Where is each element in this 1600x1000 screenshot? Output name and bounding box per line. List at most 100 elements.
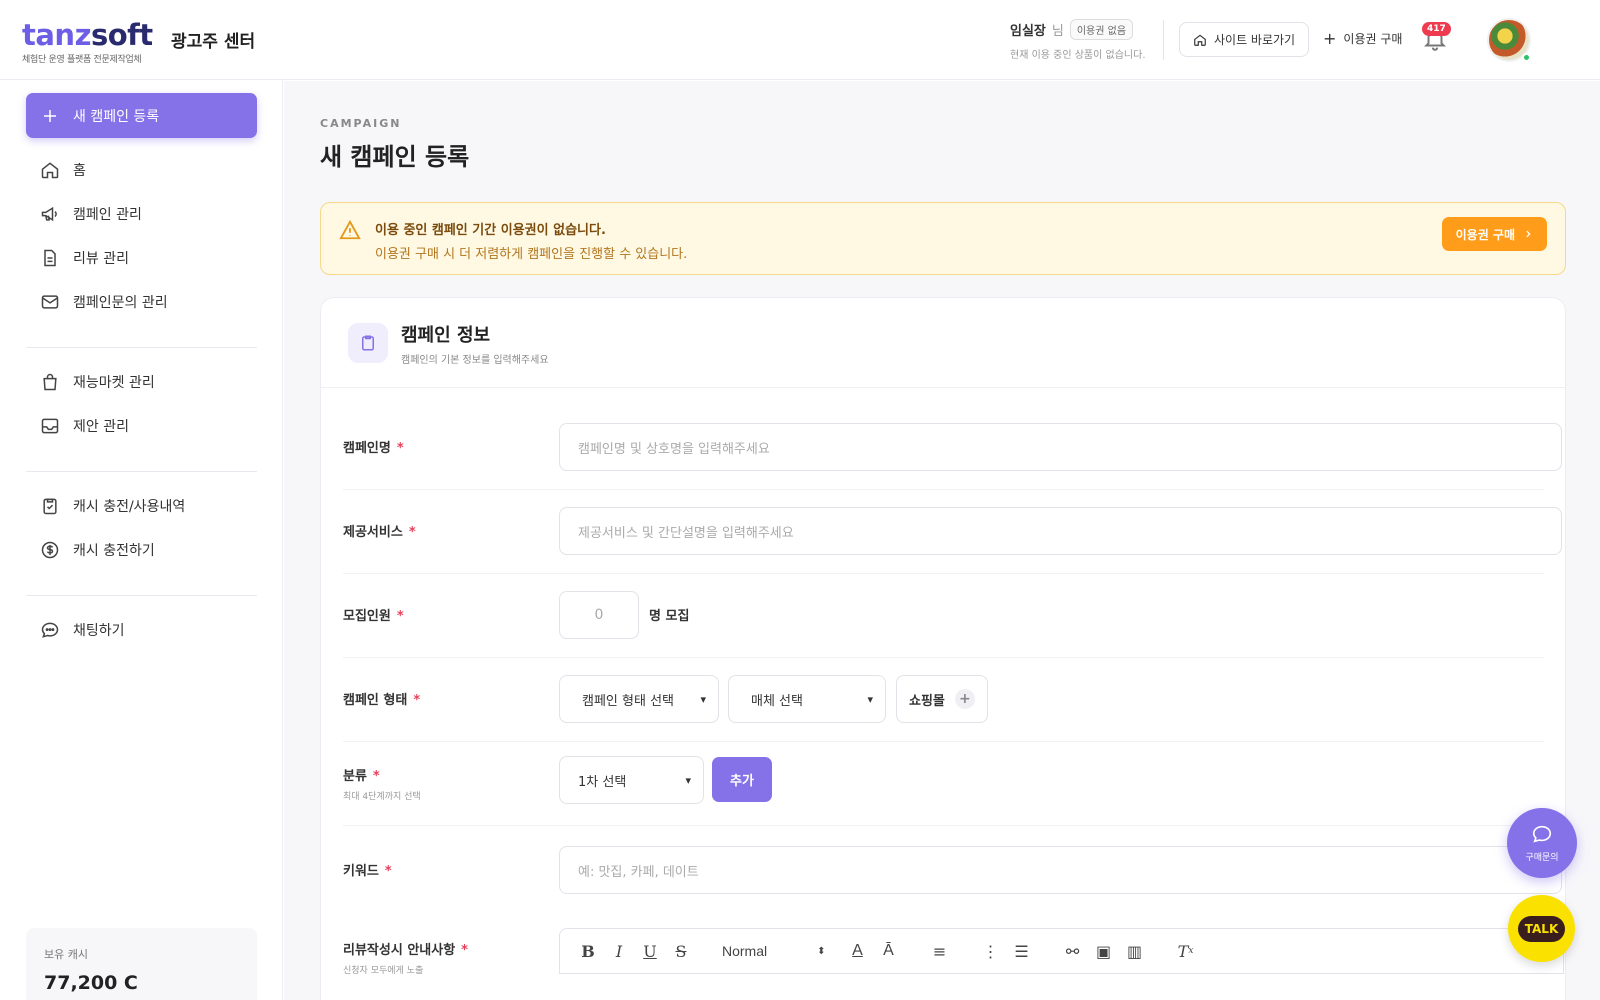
logo-word-b: soft: [90, 18, 153, 52]
purchase-inquiry-button[interactable]: 구매문의: [1507, 808, 1577, 878]
required-mark: *: [396, 609, 404, 624]
align-icon[interactable]: ≡: [930, 941, 950, 961]
required-mark: *: [372, 769, 380, 784]
new-campaign-label: 새 캠페인 등록: [73, 108, 160, 125]
sidebar-item-label: 제안 관리: [73, 419, 129, 435]
image-icon[interactable]: ▣: [1094, 941, 1114, 961]
card-header: 캠페인 정보 캠페인의 기본 정보를 입력해주세요: [321, 298, 1565, 388]
shopping-mall-chip[interactable]: 쇼핑몰 +: [896, 675, 988, 723]
sidebar: 새 캠페인 등록 홈 캠페인 관리 리뷰 관리 캠페인문의 관리 재능마켓 관리…: [0, 80, 283, 1000]
talk-label: TALK: [1517, 915, 1566, 942]
chat-icon: [1532, 825, 1552, 843]
bold-icon[interactable]: B: [578, 941, 598, 961]
category-hint: 최대 4단계까지 선택: [343, 792, 421, 802]
format-select-value: Normal: [722, 943, 768, 959]
kakao-talk-button[interactable]: TALK: [1508, 895, 1575, 962]
recruit-count-input[interactable]: 0: [559, 591, 639, 639]
guide-row: 리뷰작성시 안내사항 * 신청자 모두에게 노출 B I U S Normal ⬍ …: [343, 910, 1564, 1000]
sidebar-item-label: 캠페인 관리: [73, 207, 142, 223]
italic-icon[interactable]: I: [609, 941, 629, 961]
plus-icon: +: [1323, 29, 1337, 48]
buy-pass-button[interactable]: 이용권 구매: [1441, 217, 1547, 251]
campaign-type-select-value: 캠페인 형태 선택: [582, 693, 674, 709]
link-icon[interactable]: ⚯: [1063, 941, 1083, 961]
underline-icon[interactable]: U: [640, 941, 660, 961]
category-label: 분류 *: [343, 769, 380, 784]
bullet-list-icon[interactable]: ☰: [1012, 941, 1032, 961]
plus-icon: +: [954, 689, 975, 709]
buy-pass-link[interactable]: + 이용권 구매: [1323, 29, 1402, 48]
chevron-down-icon: ▾: [685, 773, 691, 787]
logo[interactable]: tanzsoft 체험단 운영 플랫폼 전문제작업체: [22, 20, 153, 65]
recruit-suffix: 명 모집: [649, 609, 690, 624]
ordered-list-icon[interactable]: ⋮: [981, 941, 1001, 961]
buy-pass-button-label: 이용권 구매: [1455, 227, 1515, 242]
keyword-row: 키워드 * 예: 맛집, 카페, 데이트: [343, 826, 1562, 910]
online-status-dot: [1522, 53, 1531, 62]
sidebar-item-chat[interactable]: 채팅하기: [40, 620, 125, 640]
new-campaign-button[interactable]: 새 캠페인 등록: [26, 93, 257, 138]
sidebar-item-campaign[interactable]: 캠페인 관리: [40, 204, 142, 224]
service-label: 제공서비스 *: [343, 525, 416, 540]
category-level1-select[interactable]: 1차 선택 ▾: [559, 756, 704, 804]
card-title: 캠페인 정보: [401, 325, 491, 346]
card-subtitle: 캠페인의 기본 정보를 입력해주세요: [401, 355, 549, 366]
editor-toolbar: B I U S Normal ⬍ A Ā ≡ ⋮ ☰ ⚯ ▣ ▥ Tx: [559, 928, 1564, 974]
required-mark: *: [396, 441, 404, 456]
service-row: 제공서비스 * 제공서비스 및 간단설명을 입력해주세요: [343, 490, 1562, 574]
page-eyebrow: CAMPAIGN: [320, 117, 402, 130]
sidebar-item-label: 재능마켓 관리: [73, 375, 155, 391]
sidebar-divider: [26, 595, 257, 596]
campaign-type-label: 캠페인 형태 *: [343, 693, 421, 708]
sidebar-item-proposal[interactable]: 제안 관리: [40, 416, 129, 436]
media-select[interactable]: 매체 선택 ▾: [728, 675, 886, 723]
service-input[interactable]: 제공서비스 및 간단설명을 입력해주세요: [559, 507, 1562, 555]
pass-alert: 이용 중인 캠페인 기간 이용권이 없습니다. 이용권 구매 시 더 저렴하게 …: [320, 202, 1566, 275]
buy-pass-label: 이용권 구매: [1343, 32, 1403, 46]
sidebar-item-label: 리뷰 관리: [73, 251, 129, 267]
user-info: 임실장 님 이용권 없음 현재 이용 중인 상품이 없습니다.: [1010, 19, 1146, 61]
cash-balance-value: 77,200 C: [44, 972, 138, 994]
megaphone-icon: [41, 206, 57, 222]
campaign-info-card: 캠페인 정보 캠페인의 기본 정보를 입력해주세요 캠페인명 * 캠페인명 및 상…: [320, 297, 1566, 1000]
dollar-icon: [41, 541, 59, 559]
campaign-type-row: 캠페인 형태 * 캠페인 형태 선택 ▾ 매체 선택 ▾ 쇼핑몰 +: [343, 658, 1544, 742]
sidebar-item-cash-charge[interactable]: 캐시 충전하기: [40, 540, 155, 560]
media-select-value: 매체 선택: [751, 693, 803, 709]
sidebar-item-cash-history[interactable]: 캐시 충전/사용내역: [40, 496, 185, 516]
document-icon: [44, 249, 56, 267]
category-add-button[interactable]: 추가: [712, 757, 772, 802]
mail-icon: [41, 295, 59, 309]
background-color-icon[interactable]: Ā: [879, 941, 899, 961]
alert-title: 이용 중인 캠페인 기간 이용권이 없습니다.: [375, 223, 606, 238]
format-select[interactable]: Normal ⬍: [722, 943, 826, 959]
sidebar-item-label: 캐시 충전하기: [73, 543, 155, 559]
required-mark: *: [413, 693, 421, 708]
site-shortcut-label: 사이트 바로가기: [1214, 33, 1296, 47]
user-name: 임실장: [1010, 24, 1046, 39]
strikethrough-icon[interactable]: S: [671, 941, 691, 961]
center-title: 광고주 센터: [171, 32, 256, 52]
text-color-icon[interactable]: A: [848, 941, 868, 961]
campaign-name-input[interactable]: 캠페인명 및 상호명을 입력해주세요: [559, 423, 1562, 471]
inbox-icon: [41, 418, 59, 434]
required-mark: *: [408, 525, 416, 540]
video-icon[interactable]: ▥: [1125, 941, 1145, 961]
sidebar-item-label: 캠페인문의 관리: [73, 295, 168, 311]
sidebar-item-label: 캐시 충전/사용내역: [73, 499, 186, 515]
keyword-input[interactable]: 예: 맛집, 카페, 데이트: [559, 846, 1562, 894]
category-select-value: 1차 선택: [578, 774, 627, 790]
sidebar-item-inquiry[interactable]: 캠페인문의 관리: [40, 292, 168, 312]
shopping-mall-label: 쇼핑몰: [909, 693, 945, 709]
required-mark: *: [461, 943, 468, 958]
sidebar-item-review[interactable]: 리뷰 관리: [40, 248, 129, 268]
site-shortcut-button[interactable]: 사이트 바로가기: [1179, 22, 1310, 57]
clear-format-icon[interactable]: Tx: [1176, 941, 1196, 961]
sidebar-item-home[interactable]: 홈: [40, 160, 86, 180]
user-suffix: 님: [1051, 24, 1064, 39]
sidebar-item-label: 홈: [73, 163, 86, 179]
updown-icon: ⬍: [817, 945, 826, 957]
sidebar-item-talent-market[interactable]: 재능마켓 관리: [40, 372, 155, 392]
guide-label: 리뷰작성시 안내사항 *: [343, 943, 468, 958]
campaign-type-select[interactable]: 캠페인 형태 선택 ▾: [559, 675, 719, 723]
